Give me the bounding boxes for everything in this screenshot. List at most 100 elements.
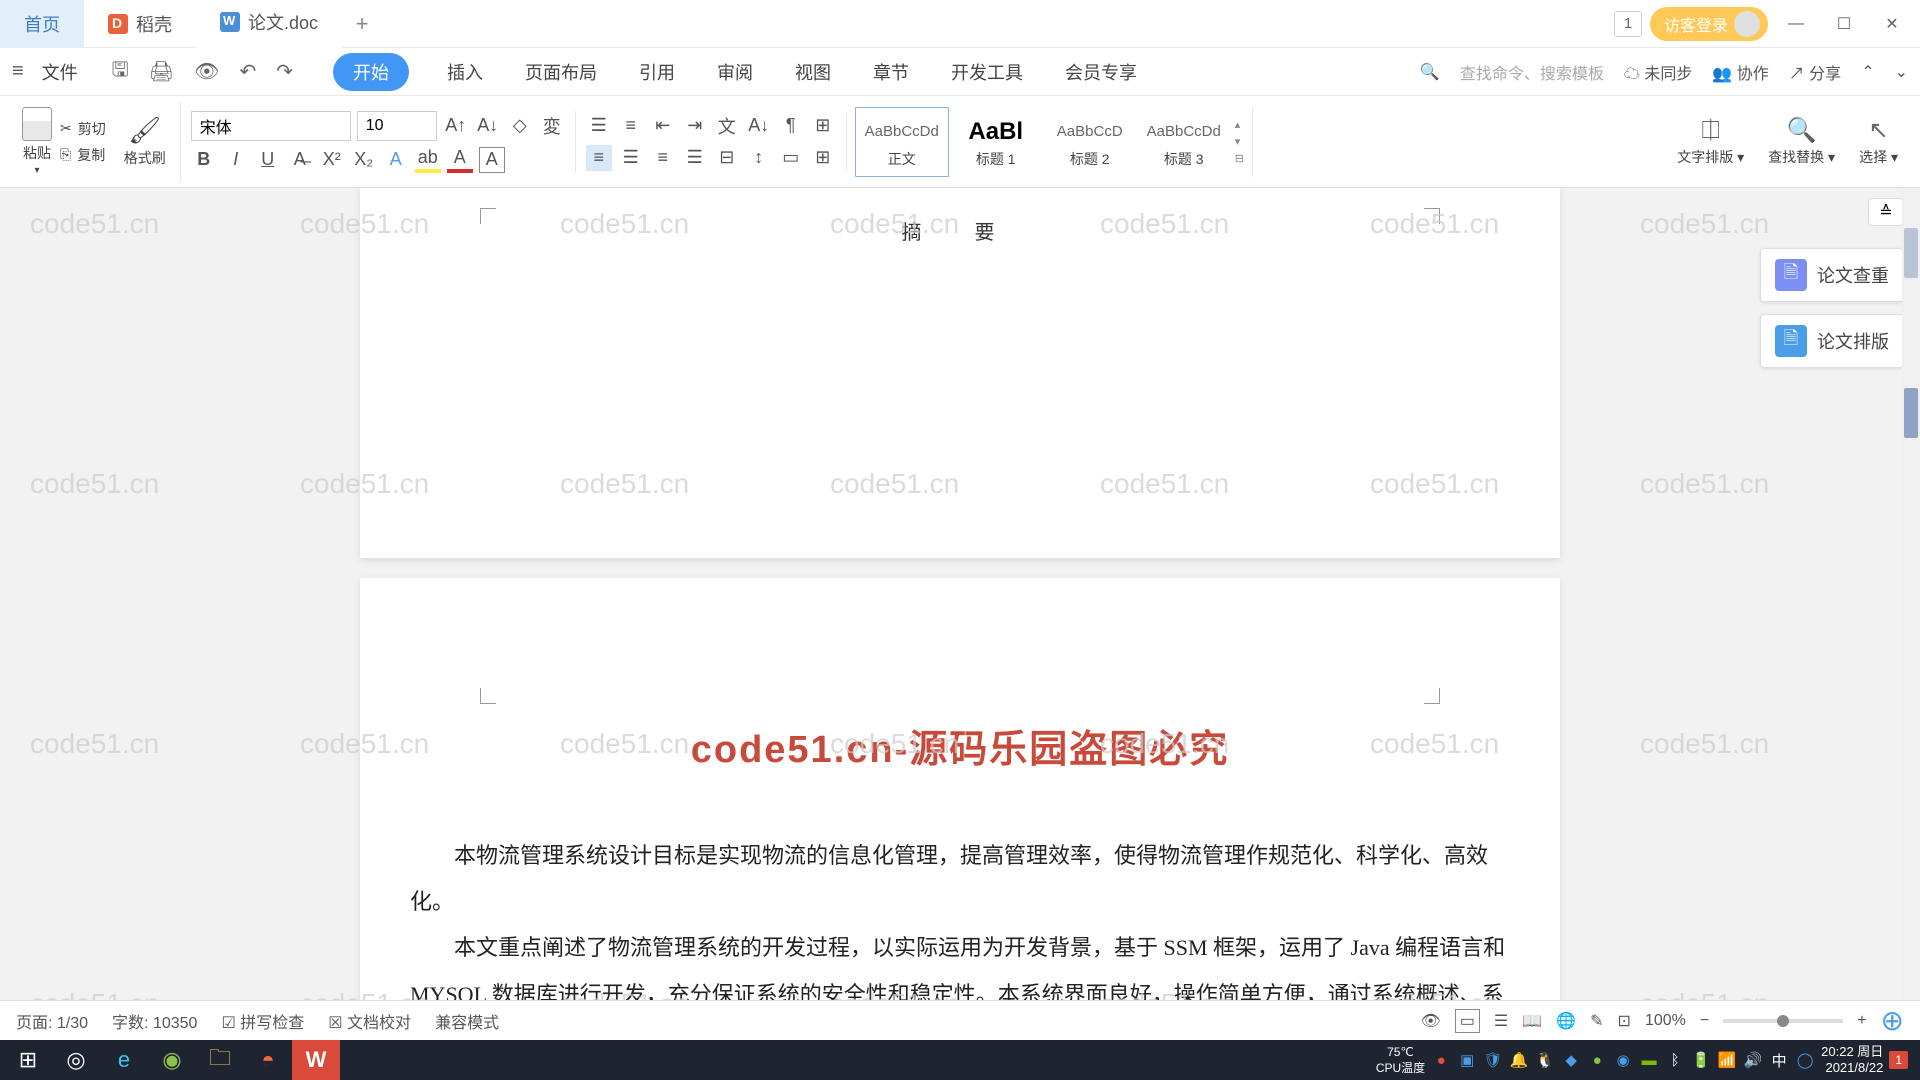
collapse-up-icon[interactable]: ⌃ (1861, 62, 1874, 82)
bullets-button[interactable]: ☰ (586, 113, 612, 139)
char-border-button[interactable]: A (479, 147, 505, 173)
zoom-level[interactable]: 100% (1645, 1012, 1686, 1030)
clear-format-icon[interactable]: ◇ (507, 113, 533, 139)
cut-button[interactable]: ✂剪切 (60, 119, 106, 139)
search-input[interactable]: 查找命令、搜索模板 (1460, 60, 1604, 84)
scroll-thumb[interactable] (1904, 228, 1918, 278)
styles-up-icon[interactable]: ▴ (1235, 118, 1244, 131)
tray-icon[interactable]: ▬ (1639, 1050, 1659, 1070)
tab-view[interactable]: 视图 (791, 53, 835, 91)
tab-chapter[interactable]: 章节 (869, 53, 913, 91)
page-count[interactable]: 页面: 1/30 (16, 1009, 88, 1033)
taskview-button[interactable]: ◎ (52, 1040, 100, 1080)
cpu-temp-widget[interactable]: 75℃CPU温度 (1376, 1045, 1425, 1076)
distribute-button[interactable]: ⊟ (714, 145, 740, 171)
asian-layout-button[interactable]: 文 (714, 113, 740, 139)
vertical-scrollbar[interactable] (1902, 188, 1920, 1016)
word-count[interactable]: 字数: 10350 (112, 1009, 197, 1033)
spellcheck-toggle[interactable]: ☑ 拼写检查 (221, 1009, 304, 1033)
shading-button[interactable]: ▭ (778, 145, 804, 171)
paper-check-button[interactable]: 🗎论文查重 (1760, 248, 1904, 302)
font-name-select[interactable] (191, 111, 351, 141)
tab-home[interactable]: 首页 (0, 0, 84, 48)
tray-icon[interactable]: ▣ (1457, 1050, 1477, 1070)
sync-status[interactable]: ☁ 未同步 (1624, 60, 1692, 84)
app-icon[interactable]: ◓ (244, 1040, 292, 1080)
tray-icon[interactable]: ● (1587, 1050, 1607, 1070)
text-effects-button[interactable]: A (383, 147, 409, 173)
wifi-icon[interactable]: 📶 (1717, 1050, 1737, 1070)
page-view-icon[interactable]: ▭ (1455, 1009, 1480, 1033)
style-heading3[interactable]: AaBbCcDd标题 3 (1137, 107, 1231, 177)
find-replace-button[interactable]: 🔍查找替换 ▾ (1768, 116, 1835, 167)
login-button[interactable]: 访客登录 (1650, 7, 1768, 41)
tab-insert[interactable]: 插入 (443, 53, 487, 91)
zoom-in-button[interactable]: + (1857, 1012, 1866, 1030)
highlight-button[interactable]: ab (415, 147, 441, 173)
numbering-button[interactable]: ≡ (618, 113, 644, 139)
styles-expand-icon[interactable]: ⊟ (1235, 152, 1244, 165)
tab-devtools[interactable]: 开发工具 (947, 53, 1027, 91)
ime-indicator[interactable]: 中 (1769, 1050, 1789, 1070)
style-heading2[interactable]: AaBbCcD标题 2 (1043, 107, 1137, 177)
tab-daoke[interactable]: 稻壳 (84, 0, 196, 48)
tabstop-button[interactable]: ⊞ (810, 113, 836, 139)
share-button[interactable]: ↗ 分享 (1789, 60, 1841, 84)
tab-review[interactable]: 审阅 (713, 53, 757, 91)
tray-icon[interactable]: ◉ (1613, 1050, 1633, 1070)
side-collapse-button[interactable]: ≙ (1868, 198, 1904, 226)
eye-icon[interactable]: 👁 (1420, 1011, 1440, 1031)
hamburger-icon[interactable]: ≡ (12, 60, 24, 83)
explorer-icon[interactable]: 🗀 (196, 1040, 244, 1080)
zoom-slider[interactable] (1723, 1019, 1843, 1023)
page-previous[interactable]: 摘 要 (360, 188, 1560, 558)
wps-icon[interactable]: W (292, 1040, 340, 1080)
show-marks-button[interactable]: ¶ (778, 113, 804, 139)
font-size-select[interactable] (357, 111, 437, 141)
ie-icon[interactable]: e (100, 1040, 148, 1080)
outdent-button[interactable]: ⇤ (650, 113, 676, 139)
text-layout-button[interactable]: ⎅文字排版 ▾ (1677, 117, 1744, 167)
style-normal[interactable]: AaBbCcDd正文 (855, 107, 949, 177)
window-index[interactable]: 1 (1614, 11, 1642, 37)
scroll-thumb[interactable] (1904, 388, 1918, 438)
save-icon[interactable]: 🖫 (112, 55, 129, 89)
tray-qq-icon[interactable]: 🐧 (1535, 1050, 1555, 1070)
bold-button[interactable]: B (191, 147, 217, 173)
format-painter[interactable]: 🖌格式刷 (124, 115, 166, 168)
borders-button[interactable]: ⊞ (810, 145, 836, 171)
tab-layout[interactable]: 页面布局 (521, 53, 601, 91)
superscript-button[interactable]: X² (319, 147, 345, 173)
align-justify-button[interactable]: ☰ (682, 145, 708, 171)
strikethrough-button[interactable]: A̶ (287, 147, 313, 173)
close-button[interactable]: ✕ (1872, 6, 1912, 42)
phonetic-icon[interactable]: 変 (539, 113, 565, 139)
file-menu[interactable]: 文件 (42, 59, 78, 85)
preview-icon[interactable]: 👁 (194, 59, 219, 84)
tab-references[interactable]: 引用 (635, 53, 679, 91)
volume-icon[interactable]: 🔊 (1743, 1050, 1763, 1070)
tray-shield-icon[interactable]: 🛡 (1483, 1050, 1503, 1070)
tab-document[interactable]: 论文.doc (196, 0, 342, 48)
tab-member[interactable]: 会员专享 (1061, 53, 1141, 91)
styles-down-icon[interactable]: ▾ (1235, 135, 1244, 148)
print-icon[interactable]: 🖨 (149, 59, 174, 84)
new-tab-button[interactable]: + (342, 4, 382, 44)
reading-view-icon[interactable]: 📖 (1522, 1011, 1542, 1031)
indent-button[interactable]: ⇥ (682, 113, 708, 139)
undo-icon[interactable]: ↶ (240, 59, 257, 84)
subscript-button[interactable]: X₂ (351, 147, 377, 173)
underline-button[interactable]: U (255, 147, 281, 173)
tray-icon[interactable]: ● (1431, 1050, 1451, 1070)
tray-icon[interactable]: ◯ (1795, 1050, 1815, 1070)
line-spacing-button[interactable]: ↕ (746, 145, 772, 171)
copy-button[interactable]: ⎘复制 (60, 145, 106, 165)
collapse-down-icon[interactable]: ⌄ (1895, 62, 1908, 82)
paste-button[interactable]: 粘贴▾ (22, 107, 52, 176)
web-view-icon[interactable]: 🌐 (1556, 1011, 1576, 1031)
browser-icon[interactable]: ◉ (148, 1040, 196, 1080)
start-button[interactable]: ⊞ (4, 1040, 52, 1080)
grow-font-icon[interactable]: A↑ (443, 113, 469, 139)
tab-start[interactable]: 开始 (333, 53, 409, 91)
style-heading1[interactable]: AaBl标题 1 (949, 107, 1043, 177)
